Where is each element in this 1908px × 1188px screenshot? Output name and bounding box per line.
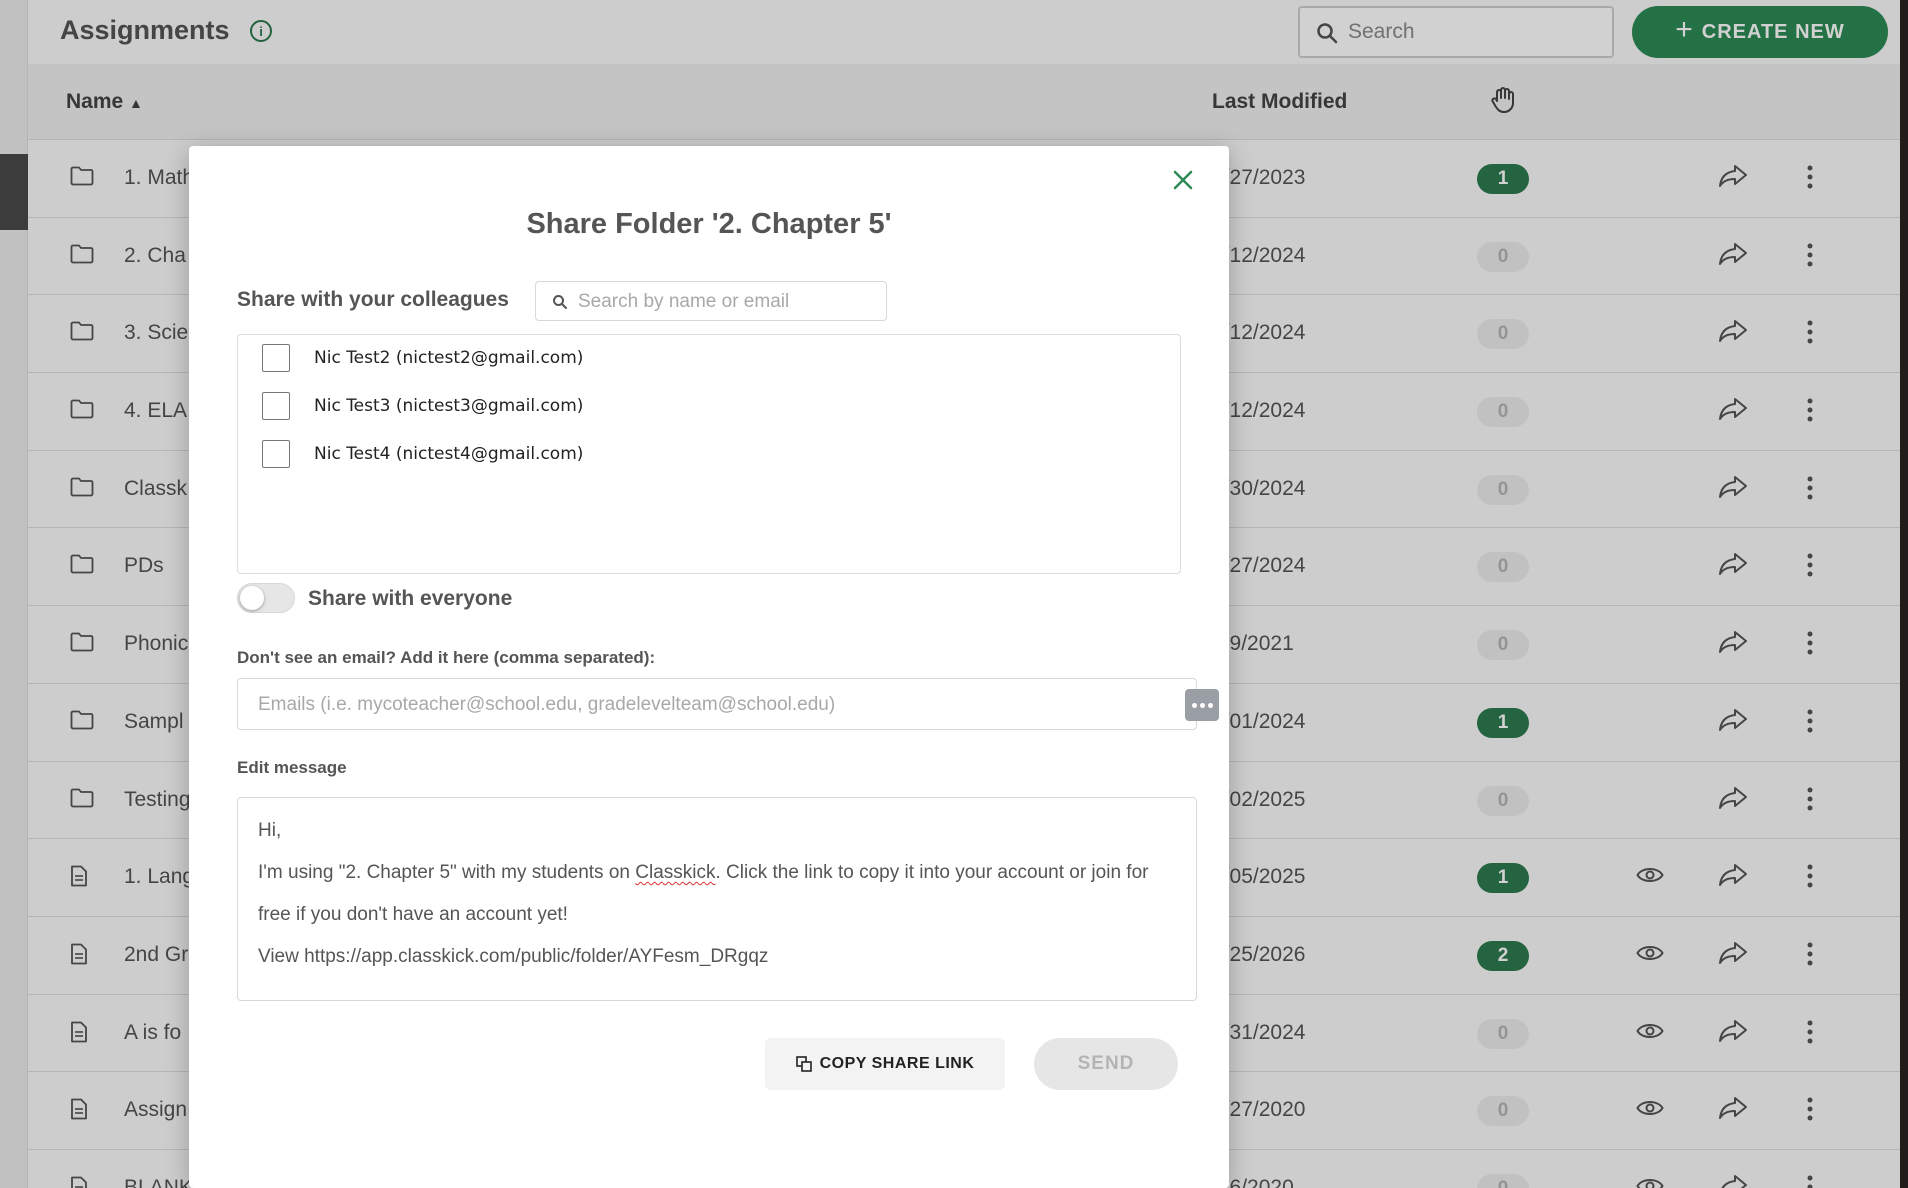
colleague-item[interactable]: Nic Test2 (nictest2@gmail.com) [262, 343, 583, 373]
message-link: View https://app.classkick.com/public/fo… [258, 946, 769, 967]
message-brand: Classkick [635, 862, 716, 883]
colleague-item[interactable]: Nic Test4 (nictest4@gmail.com) [262, 439, 583, 469]
message-body: I'm using "2. Chapter 5" with my student… [258, 852, 1176, 936]
colleague-list: Nic Test2 (nictest2@gmail.com) Nic Test3… [237, 334, 1181, 574]
email-input[interactable] [258, 691, 1138, 719]
colleague-checkbox[interactable] [262, 392, 290, 420]
copy-share-link-button[interactable]: COPY SHARE LINK [765, 1038, 1005, 1090]
colleague-checkbox[interactable] [262, 440, 290, 468]
colleague-search[interactable] [535, 281, 887, 321]
colleague-item[interactable]: Nic Test3 (nictest3@gmail.com) [262, 391, 583, 421]
colleague-label: Nic Test3 (nictest3@gmail.com) [314, 396, 584, 416]
share-everyone-label: Share with everyone [308, 587, 513, 610]
colleague-checkbox[interactable] [262, 344, 290, 372]
message-textarea[interactable]: Hi, I'm using "2. Chapter 5" with my stu… [237, 797, 1197, 1001]
edit-message-label: Edit message [237, 758, 347, 777]
message-greeting: Hi, [258, 820, 282, 841]
send-button[interactable]: SEND [1034, 1038, 1178, 1090]
colleague-search-input[interactable] [578, 290, 878, 314]
colleague-label: Nic Test4 (nictest4@gmail.com) [314, 444, 584, 464]
message-body-start: I'm using "2. Chapter 5" with my student… [258, 862, 636, 883]
share-everyone-toggle[interactable] [237, 583, 295, 613]
toggle-knob [240, 586, 264, 610]
search-icon [553, 295, 567, 309]
email-field[interactable] [237, 678, 1219, 730]
add-email-label: Don't see an email? Add it here (comma s… [237, 648, 656, 667]
copy-share-link-label: COPY SHARE LINK [819, 1055, 975, 1072]
dialog-title: Share Folder '2. Chapter 5' [526, 208, 892, 240]
share-colleagues-label: Share with your colleagues [237, 288, 509, 311]
colleague-label: Nic Test2 (nictest2@gmail.com) [314, 348, 584, 368]
copy-icon [795, 1056, 812, 1072]
more-options-icon[interactable] [1185, 689, 1219, 721]
close-icon[interactable] [1169, 166, 1197, 194]
share-folder-dialog: Share Folder '2. Chapter 5' Share with y… [189, 146, 1229, 1188]
